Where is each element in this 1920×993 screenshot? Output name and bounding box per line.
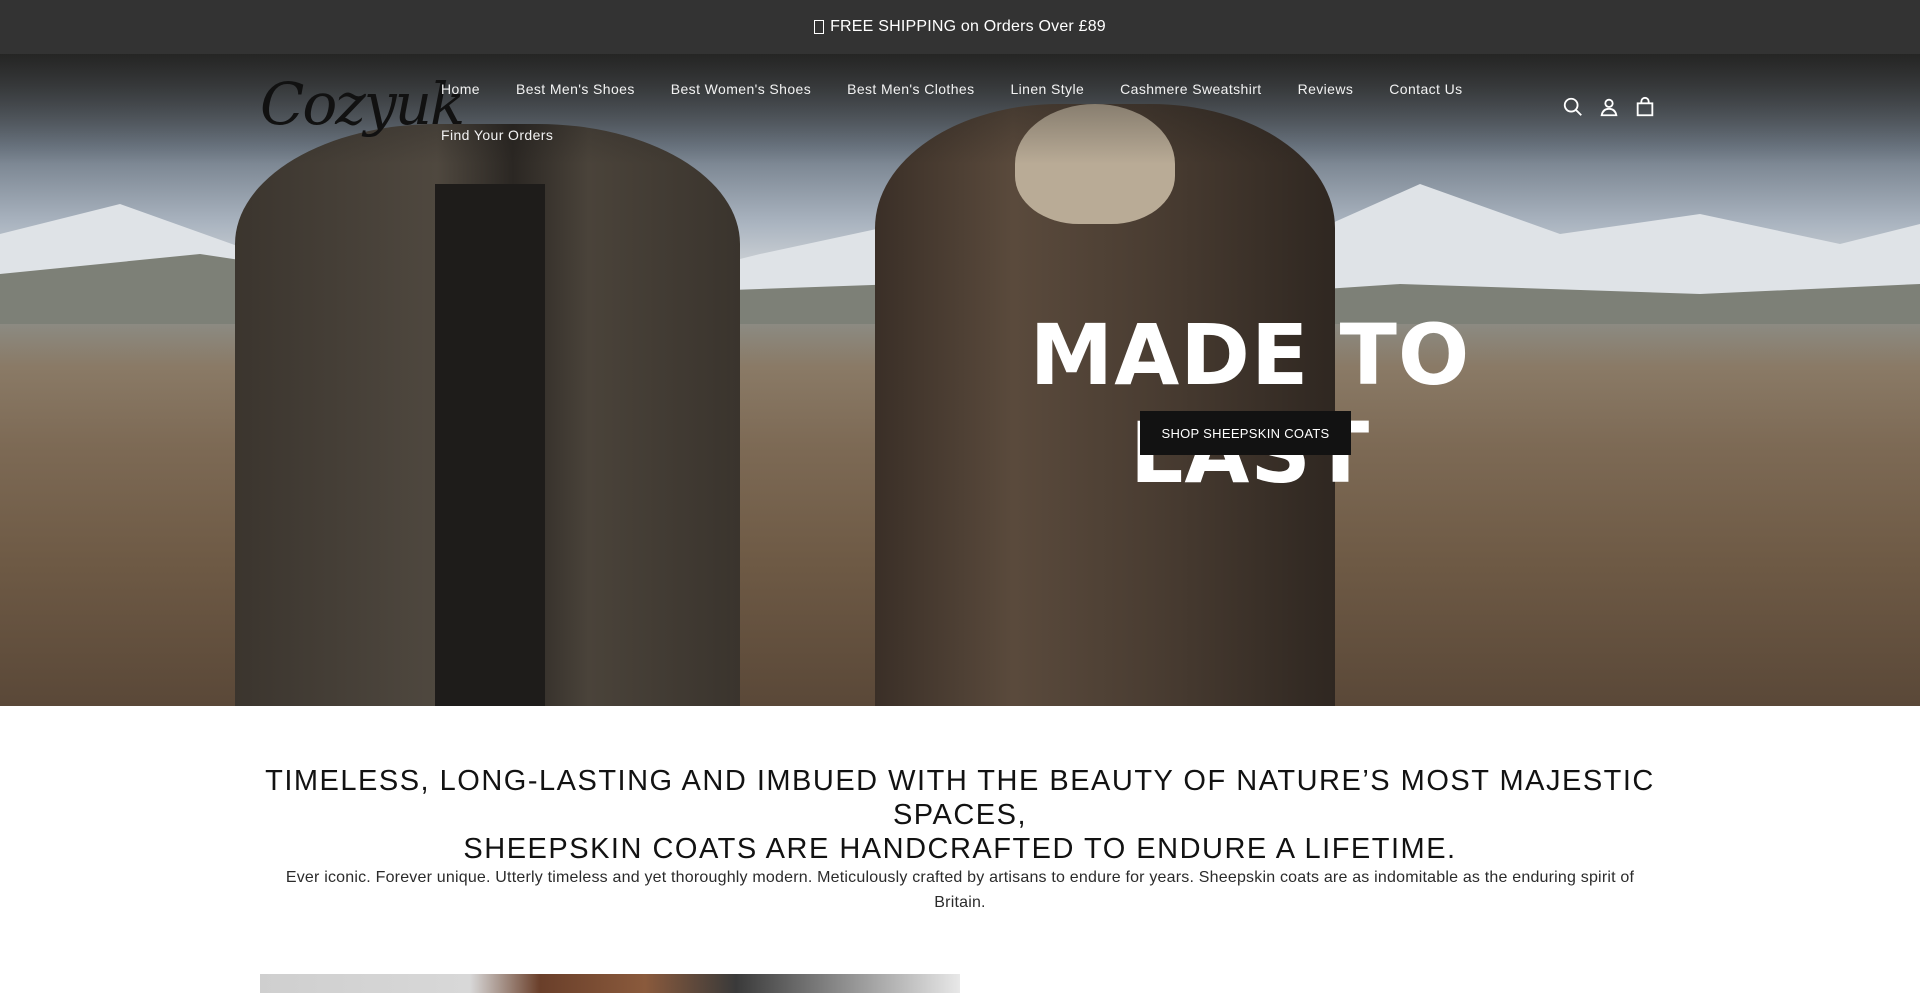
- hero-title: MADE TO LAST: [1029, 306, 1471, 502]
- model-left-coat: [235, 124, 740, 706]
- cart-icon[interactable]: [1634, 96, 1656, 118]
- intro-heading-line1: TIMELESS, LONG-LASTING AND IMBUED WITH T…: [265, 765, 1655, 831]
- intro-heading-line2: SHEEPSKIN COATS ARE HANDCRAFTED TO ENDUR…: [463, 833, 1457, 865]
- nav-cashmere-sweatshirt[interactable]: Cashmere Sweatshirt: [1120, 81, 1261, 97]
- product-preview-image: [260, 974, 960, 993]
- header-icons: [1562, 96, 1656, 118]
- site-logo[interactable]: Cozyuk: [260, 64, 465, 144]
- intro-heading: TIMELESS, LONG-LASTING AND IMBUED WITH T…: [260, 764, 1660, 866]
- announcement-text: FREE SHIPPING on Orders Over £89: [830, 18, 1106, 35]
- announcement-bar: FREE SHIPPING on Orders Over £89: [0, 0, 1920, 54]
- intro-body: Ever iconic. Forever unique. Utterly tim…: [285, 869, 1635, 911]
- nav-reviews[interactable]: Reviews: [1298, 81, 1354, 97]
- nav-home[interactable]: Home: [441, 81, 480, 97]
- main-nav: Home Best Men's Shoes Best Women's Shoes…: [441, 72, 1462, 152]
- nav-best-mens-shoes[interactable]: Best Men's Shoes: [516, 81, 635, 97]
- site-header: Cozyuk Home Best Men's Shoes Best Women'…: [0, 54, 1920, 164]
- nav-contact-us[interactable]: Contact Us: [1389, 81, 1462, 97]
- nav-find-your-orders[interactable]: Find Your Orders: [441, 127, 553, 143]
- search-icon[interactable]: [1562, 96, 1584, 118]
- nav-linen-style[interactable]: Linen Style: [1010, 81, 1084, 97]
- nav-best-mens-clothes[interactable]: Best Men's Clothes: [847, 81, 974, 97]
- shop-sheepskin-coats-button[interactable]: SHOP SHEEPSKIN COATS: [1140, 411, 1351, 455]
- nav-best-womens-shoes[interactable]: Best Women's Shoes: [671, 81, 811, 97]
- account-icon[interactable]: [1598, 96, 1620, 118]
- truck-icon: [814, 20, 825, 34]
